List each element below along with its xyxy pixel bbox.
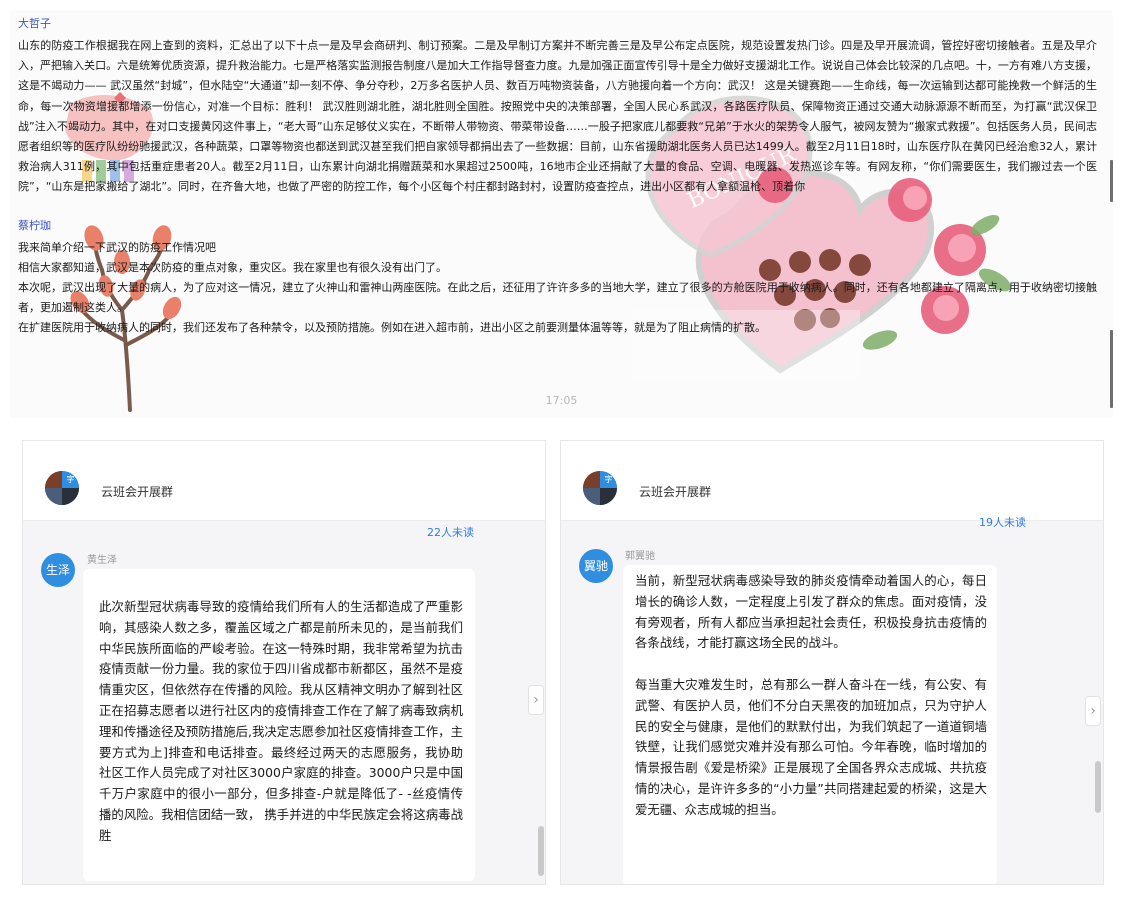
log-message-line: 相信大家都知道，武汉是本次防疫的重点对象，重灾区。我在家里也有很久没有出门了。 bbox=[18, 260, 447, 274]
chat-log-content: 大哲子 山东的防疫工作根据我在网上查到的资料，汇总出了以下十点一是及早会商研判、… bbox=[10, 10, 1105, 339]
group-chat-window-right: 字 云班会开展群 19人未读 翼驰 郭翼驰 当前，新型冠状病毒感染导致的肺炎疫情… bbox=[560, 440, 1104, 885]
chevron-right-icon[interactable]: › bbox=[528, 685, 544, 715]
message-bubble[interactable]: 当前，新型冠状病毒感染导致的肺炎疫情牵动着国人的心，每日增长的确诊人数，一定程度… bbox=[623, 565, 997, 884]
message-paragraph: 每当重大灾难发生时，总有那么一群人奋斗在一线，有公安、有武警、有医护人员，他们不… bbox=[635, 676, 987, 817]
member-name: 郭翼驰 bbox=[625, 551, 655, 562]
scrollbar-indicator[interactable] bbox=[1110, 330, 1113, 408]
group-name: 云班会开展群 bbox=[101, 485, 174, 499]
group-avatar-icon[interactable]: 字 bbox=[45, 471, 79, 505]
message-text: 此次新型冠状病毒导致的疫情给我们所有人的生活都造成了严重影响，其感染人数之多，覆… bbox=[99, 599, 463, 843]
message-bubble[interactable]: 此次新型冠状病毒导致的疫情给我们所有人的生活都造成了严重影响，其感染人数之多，覆… bbox=[83, 569, 475, 881]
group-avatar-icon[interactable]: 字 bbox=[583, 471, 617, 505]
chevron-right-icon[interactable]: › bbox=[1085, 696, 1101, 726]
timestamp: 17:05 bbox=[545, 394, 578, 407]
log-message: 山东的防疫工作根据我在网上查到的资料，汇总出了以下十点一是及早会商研判、制订预案… bbox=[18, 39, 1097, 194]
member-name: 黄生泽 bbox=[87, 555, 117, 566]
unread-count[interactable]: 22人未读 bbox=[427, 524, 474, 540]
log-message-line: 我来简单介绍一下武汉的防疫工作情况吧 bbox=[18, 240, 216, 254]
scrollbar-indicator[interactable] bbox=[1110, 160, 1113, 202]
scrollbar[interactable] bbox=[538, 826, 544, 876]
chat-header: 字 云班会开展群 bbox=[561, 441, 1103, 521]
sender-name[interactable]: 蔡柠珈 bbox=[18, 218, 1097, 234]
unread-count[interactable]: 19人未读 bbox=[979, 514, 1026, 530]
message-paragraph: 当前，新型冠状病毒感染导致的肺炎疫情牵动着国人的心，每日增长的确诊人数，一定程度… bbox=[635, 573, 987, 651]
sender-name[interactable]: 大哲子 bbox=[18, 16, 1097, 32]
log-message-line: 本次呢，武汉出现了大量的病人，为了应对这一情况，建立了火神山和雷神山两座医院。在… bbox=[18, 281, 1097, 315]
member-avatar[interactable]: 翼驰 bbox=[579, 549, 613, 583]
group-name: 云班会开展群 bbox=[639, 485, 712, 499]
member-avatar[interactable]: 生泽 bbox=[41, 553, 75, 587]
chat-header: 字 云班会开展群 bbox=[23, 441, 545, 521]
log-message-line: 在扩建医院用于收纳病人的同时，我们还发布了各种禁令，以及预防措施。例如在进入超市… bbox=[18, 321, 766, 335]
chat-log-panel: BONJOUR 大哲子 山东的防疫工作根据我在网上查到的资料，汇总出了以下十点一… bbox=[10, 10, 1113, 418]
scrollbar[interactable] bbox=[1095, 761, 1101, 813]
group-chat-window-left: 字 云班会开展群 22人未读 生泽 黄生泽 此次新型冠状病毒导致的疫情给我们所有… bbox=[22, 440, 546, 885]
